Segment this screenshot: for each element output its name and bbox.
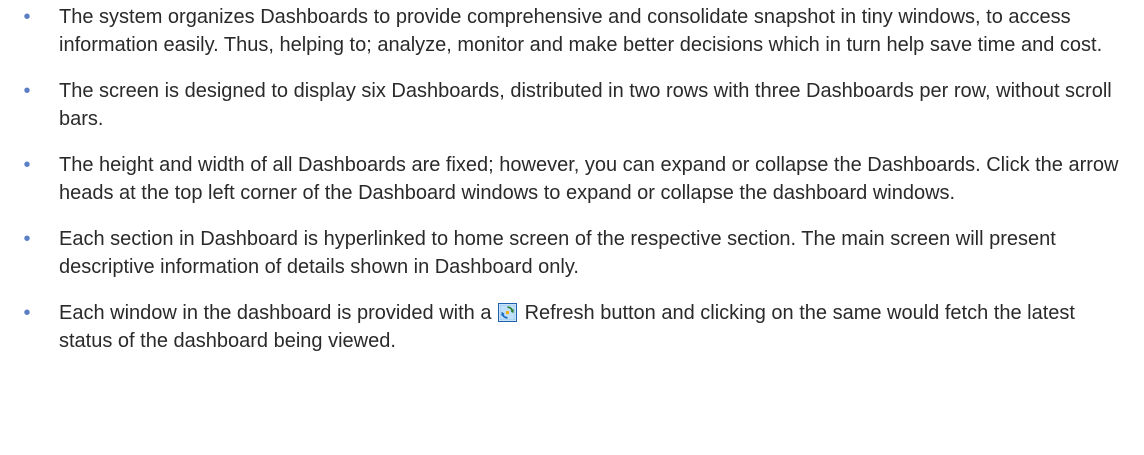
bullet-marker: • <box>23 80 31 102</box>
bullet-marker: • <box>23 302 31 324</box>
bullet-marker: • <box>23 154 31 176</box>
refresh-icon <box>498 303 518 322</box>
bullet-text-before-icon: Each window in the dashboard is provided… <box>59 302 492 324</box>
list-item: • Each section in Dashboard is hyperlink… <box>0 225 1144 281</box>
list-item: • The height and width of all Dashboards… <box>0 151 1144 207</box>
list-item: • Each window in the dashboard is provid… <box>0 299 1144 355</box>
list-item: • The system organizes Dashboards to pro… <box>0 3 1144 59</box>
bullet-text: The height and width of all Dashboards a… <box>59 154 1119 204</box>
bullet-text: Each section in Dashboard is hyperlinked… <box>59 228 1056 278</box>
bullet-text: The screen is designed to display six Da… <box>59 80 1112 130</box>
list-item: • The screen is designed to display six … <box>0 77 1144 133</box>
bullet-marker: • <box>23 228 31 250</box>
bullet-list: • The system organizes Dashboards to pro… <box>0 3 1144 355</box>
bullet-marker: • <box>23 6 31 28</box>
bullet-text: The system organizes Dashboards to provi… <box>59 6 1103 56</box>
